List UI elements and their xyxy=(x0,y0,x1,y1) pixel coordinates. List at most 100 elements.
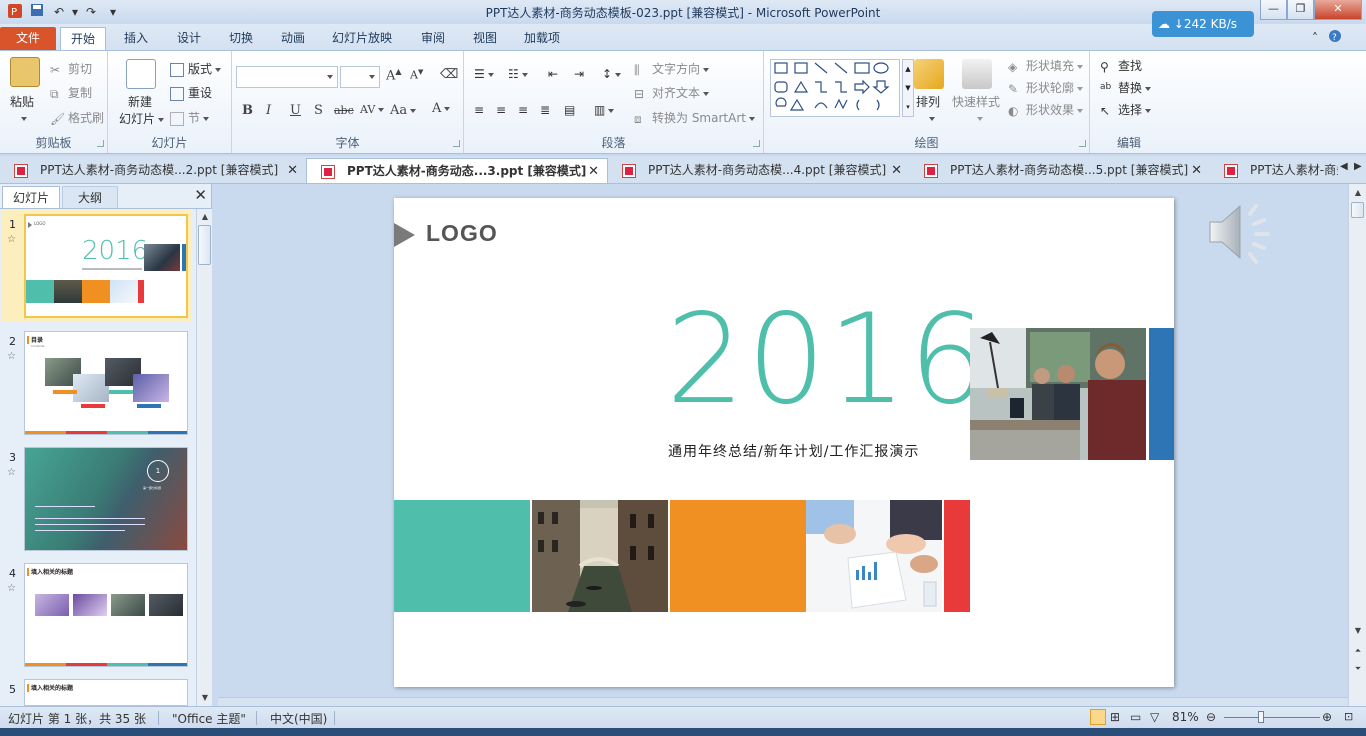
tab-animations[interactable]: 动画 xyxy=(271,27,315,50)
minimize-ribbon-icon[interactable]: ˄ xyxy=(1306,29,1324,47)
tab-design[interactable]: 设计 xyxy=(167,27,211,50)
next-slide-icon[interactable]: ⏷ xyxy=(1351,662,1365,676)
section-button[interactable]: 节 xyxy=(170,109,210,126)
close-tab-icon[interactable]: ✕ xyxy=(588,159,599,183)
slide-photo-students[interactable] xyxy=(970,328,1146,460)
close-pane-icon[interactable]: ✕ xyxy=(194,186,207,204)
cut-button[interactable]: ✂ 剪切 xyxy=(50,60,92,77)
tab-addins[interactable]: 加载项 xyxy=(514,27,570,50)
shape-effects-button[interactable]: ◐ 形状效果 xyxy=(1008,101,1084,118)
tab-review[interactable]: 审阅 xyxy=(411,27,455,50)
shapes-gallery-scroll[interactable]: ▲ ▼ ▾ xyxy=(902,59,914,117)
slideshow-view-icon[interactable]: ▽ xyxy=(1150,710,1159,724)
convert-smartart-button[interactable]: ⧈ 转换为 SmartArt xyxy=(634,109,755,126)
slide-photo-venice[interactable] xyxy=(532,500,668,612)
align-text-button[interactable]: ⊟ 对齐文本 xyxy=(634,84,710,101)
zoom-level[interactable]: 81% xyxy=(1172,710,1199,724)
tab-scroll-left-icon[interactable]: ◀ xyxy=(1340,161,1348,172)
slide-thumbnail-1[interactable]: LOGO 2016 xyxy=(24,214,188,318)
clear-formatting-icon[interactable]: ⌫ xyxy=(440,67,458,82)
align-right-icon[interactable]: ≡ xyxy=(518,103,528,117)
tab-scroll-right-icon[interactable]: ▶ xyxy=(1354,161,1362,172)
speaker-icon[interactable] xyxy=(1208,200,1278,264)
scroll-down-icon[interactable]: ▼ xyxy=(198,691,212,705)
drawing-dialog-launcher-icon[interactable] xyxy=(1079,140,1086,147)
tab-file[interactable]: 文件 xyxy=(0,27,56,50)
slide-year[interactable]: 2016 xyxy=(666,298,990,422)
new-slide-button[interactable]: 幻灯片 xyxy=(119,110,165,127)
decrease-indent-icon[interactable]: ⇤ xyxy=(548,67,558,81)
slide-photo-meeting[interactable] xyxy=(806,500,942,612)
slide-sorter-icon[interactable]: ⊞ xyxy=(1110,710,1120,724)
tab-home[interactable]: 开始 xyxy=(60,27,107,50)
arrange-dropdown-icon[interactable] xyxy=(926,111,935,125)
shadow-button[interactable]: S xyxy=(314,103,323,118)
quick-styles-button[interactable]: 快速样式 xyxy=(952,93,1000,110)
restore-button[interactable]: ❐ xyxy=(1287,0,1314,20)
align-left-icon[interactable]: ≡ xyxy=(474,103,484,117)
close-tab-icon[interactable]: ✕ xyxy=(287,158,298,183)
zoom-slider-thumb[interactable] xyxy=(1258,711,1264,723)
slide-orange-block[interactable] xyxy=(670,500,806,612)
tab-view[interactable]: 视图 xyxy=(463,27,507,50)
shape-fill-button[interactable]: ◈ 形状填充 xyxy=(1008,57,1084,74)
tab-slides[interactable]: 幻灯片 xyxy=(2,186,60,208)
font-color-button[interactable]: A xyxy=(432,101,451,116)
scroll-up-icon[interactable]: ▲ xyxy=(198,210,212,224)
select-button[interactable]: ↖ 选择 xyxy=(1100,101,1152,118)
canvas-hscroll[interactable] xyxy=(218,697,1348,706)
replace-button[interactable]: ab 替换 xyxy=(1100,79,1152,96)
underline-button[interactable]: U xyxy=(290,103,301,118)
thumbnails-scrollbar[interactable]: ▲ ▼ xyxy=(196,209,212,706)
close-tab-icon[interactable]: ✕ xyxy=(891,158,902,183)
bold-button[interactable]: B xyxy=(242,103,253,118)
slide-logo[interactable]: LOGO xyxy=(426,220,498,247)
normal-view-icon[interactable] xyxy=(1090,709,1106,725)
reset-button[interactable]: 重设 xyxy=(170,84,212,101)
canvas-scrollbar[interactable]: ▲ ▼ ⏶ ⏷ xyxy=(1348,184,1366,706)
document-tab-active[interactable]: PPT达人素材-商务动态...3.ppt [兼容模式] ✕ xyxy=(306,158,608,183)
reading-view-icon[interactable]: ▭ xyxy=(1130,710,1141,724)
paste-dropdown-icon[interactable] xyxy=(18,111,27,125)
language-status[interactable]: 中文(中国) xyxy=(270,710,327,727)
arrange-button[interactable]: 排列 xyxy=(916,93,940,110)
document-tab[interactable]: PPT达人素材-商务动态模...5.ppt [兼容模式] ✕ xyxy=(910,158,1210,183)
zoom-in-icon[interactable]: ⊕ xyxy=(1322,710,1332,724)
italic-button[interactable]: I xyxy=(266,103,271,118)
shape-outline-button[interactable]: ✎ 形状轮廓 xyxy=(1008,79,1084,96)
clipboard-dialog-launcher-icon[interactable] xyxy=(97,140,104,147)
document-tab[interactable]: PPT达人素材-商务 xyxy=(1210,158,1338,183)
copy-button[interactable]: ⧉ 复制 xyxy=(50,84,92,101)
scroll-thumb[interactable] xyxy=(198,225,211,265)
justify-icon[interactable]: ≣ xyxy=(540,103,550,117)
strikethrough-button[interactable]: abc xyxy=(334,104,354,117)
slide-thumbnail-4[interactable]: 填入相关的标题 xyxy=(24,563,188,667)
tab-outline[interactable]: 大纲 xyxy=(62,186,118,208)
scroll-up-icon[interactable]: ▲ xyxy=(1351,186,1365,200)
slide-teal-block[interactable] xyxy=(394,500,530,612)
zoom-out-icon[interactable]: ⊖ xyxy=(1206,710,1216,724)
close-tab-icon[interactable]: ✕ xyxy=(1191,158,1202,183)
layout-button[interactable]: 版式 xyxy=(170,60,222,77)
slide-thumbnail-5[interactable]: 填入相关的标题 xyxy=(24,679,188,706)
fit-to-window-icon[interactable]: ⊡ xyxy=(1344,710,1353,723)
text-direction-button[interactable]: ⫼ 文字方向 xyxy=(634,60,710,77)
align-center-icon[interactable]: ≡ xyxy=(496,103,506,117)
shrink-font-button[interactable]: A▼ xyxy=(410,68,423,82)
quick-styles-dropdown-icon[interactable] xyxy=(974,111,983,125)
slide-blue-bar[interactable] xyxy=(1149,328,1174,460)
font-dialog-launcher-icon[interactable] xyxy=(453,140,460,147)
numbering-button[interactable]: ☷ xyxy=(508,67,528,81)
slide-thumbnail-2[interactable]: 目录 Contents xyxy=(24,331,188,435)
change-case-button[interactable]: Aa xyxy=(390,103,417,118)
minimize-button[interactable]: — xyxy=(1260,0,1287,20)
distributed-icon[interactable]: ▤ xyxy=(564,103,575,117)
line-spacing-button[interactable]: ↕ xyxy=(602,67,622,81)
previous-slide-icon[interactable]: ⏶ xyxy=(1351,644,1365,658)
grow-font-button[interactable]: A▲ xyxy=(386,67,402,83)
close-button[interactable]: ✕ xyxy=(1314,0,1362,20)
slide-red-bar[interactable] xyxy=(944,500,970,612)
paste-button[interactable]: 粘贴 xyxy=(10,93,34,110)
bullets-button[interactable]: ☰ xyxy=(474,67,494,81)
tab-transitions[interactable]: 切换 xyxy=(219,27,263,50)
